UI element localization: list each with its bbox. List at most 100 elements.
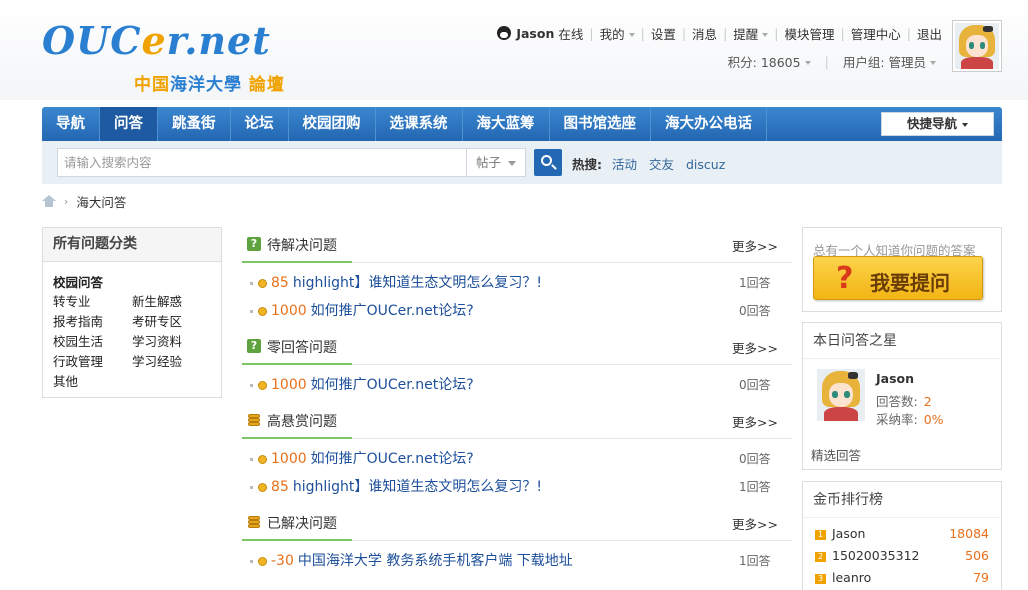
chevron-down-icon [930,61,936,65]
online-status: 在线 [558,26,584,42]
search-button[interactable] [534,149,562,176]
hot-keyword[interactable]: discuz [686,157,725,172]
usergroup-dropdown[interactable]: 用户组: 管理员 [843,52,936,71]
quick-nav-button[interactable]: 快捷导航 [881,112,994,136]
section-resolved: 已解决问题 更多>> [242,505,792,541]
logo-brand: OUCer.net [42,18,271,63]
chevron-down-icon [804,61,811,65]
points-dropdown[interactable]: 积分: 18605 [728,52,811,71]
question-list: 1000 如何推广OUCer.net论坛? 0回答 [242,365,792,403]
breadcrumb: › 海大问答 [42,192,126,210]
nav-item-office-phone[interactable]: 海大办公电话 [651,107,767,141]
section-unresolved: ? 待解决问题 更多>> [242,227,792,263]
section-title: 高悬赏问题 [267,414,337,430]
hot-searches: 热搜: 活动 交友 discuz [572,157,726,172]
coin-icon [258,556,267,566]
logo-subtitle: 中国海洋大學 論壇 [134,75,285,95]
star-accept-rate: 采纳率: 0% [876,412,944,427]
more-link[interactable]: 更多>> [732,236,778,255]
category-item[interactable]: 学习经验 [132,352,211,372]
search-type-select[interactable]: 帖子 [466,148,526,177]
nav-item-forum[interactable]: 论坛 [231,107,289,141]
chevron-down-icon [508,161,516,166]
category-item[interactable]: 转专业 [53,292,132,312]
list-item[interactable]: 1000 如何推广OUCer.net论坛? 0回答 [242,371,792,399]
user-info: 积分: 18605 | 用户组: 管理员 [728,52,936,70]
question-sections: ? 待解决问题 更多>> 85 highlight】谁知道生态文明怎么复习？! 1回… [242,227,792,579]
category-item[interactable]: 报考指南 [53,312,132,332]
nav-item-library-seat[interactable]: 图书馆选座 [550,107,651,141]
list-item[interactable]: 85 highlight】谁知道生态文明怎么复习？! 1回答 [242,269,792,297]
coins-icon [246,516,262,529]
coin-icon [258,454,267,464]
question-list: -30 中国海洋大学 教务系统手机客户端 下载地址 1回答 [242,541,792,579]
search-input[interactable]: 请输入搜索内容 [57,148,467,177]
category-item[interactable]: 其他 [53,372,132,392]
star-avatar[interactable] [817,369,865,421]
more-link[interactable]: 更多>> [732,412,778,431]
section-title: 零回答问题 [267,340,337,356]
menu-module-admin[interactable]: 模块管理 [785,24,835,43]
menu-logout[interactable]: 退出 [917,24,942,43]
menu-messages[interactable]: 消息 [692,24,717,43]
category-panel: 所有问题分类 校园问答 转专业 新生解惑 报考指南 考研专区 校园生活 学习资料… [42,227,222,398]
menu-my[interactable]: 我的 [600,24,635,43]
star-name[interactable]: Jason [876,371,914,386]
list-item[interactable]: 1000 如何推广OUCer.net论坛? 0回答 [242,445,792,473]
section-title: 已解决问题 [267,516,337,532]
category-group[interactable]: 校园问答 [53,272,103,291]
user-avatar[interactable] [952,20,1002,72]
nav-item-bluechip[interactable]: 海大蓝筹 [463,107,550,141]
rank-badge: 1 [815,529,826,540]
question-mark-icon: ? [836,261,854,296]
nav-item-guide[interactable]: 导航 [42,107,100,141]
ranking-row[interactable]: 3 leanro 79 [815,568,989,588]
section-high-reward: 高悬赏问题 更多>> [242,403,792,439]
menu-settings[interactable]: 设置 [651,24,676,43]
menu-admin-center[interactable]: 管理中心 [851,24,901,43]
search-icon [541,155,552,166]
ask-question-button[interactable]: ? 我要提问 [813,256,983,300]
avatar-image [817,369,865,421]
username-link[interactable]: Jason [516,26,554,41]
ask-panel: 总有一个人知道你问题的答案 ? 我要提问 [802,227,1002,312]
home-icon[interactable] [42,195,56,207]
star-answers: 回答数: 2 [876,394,932,409]
category-list: 转专业 新生解惑 报考指南 考研专区 校园生活 学习资料 行政管理 学习经验 其… [53,292,213,392]
list-item[interactable]: 85 highlight】谁知道生态文明怎么复习？! 1回答 [242,473,792,501]
menu-reminders[interactable]: 提醒 [733,24,769,43]
featured-answers-link[interactable]: 精选回答 [811,445,861,464]
chevron-right-icon: › [64,194,69,208]
coin-icon [258,380,267,390]
chevron-down-icon [628,33,635,37]
avatar-image [955,23,999,69]
more-link[interactable]: 更多>> [732,514,778,533]
list-item[interactable]: 1000 如何推广OUCer.net论坛? 0回答 [242,297,792,325]
rank-badge: 3 [815,573,826,584]
category-item[interactable]: 新生解惑 [132,292,211,312]
category-item[interactable]: 校园生活 [53,332,132,352]
category-item[interactable]: 学习资料 [132,332,211,352]
gold-ranking-panel: 金币排行榜 1 Jason 18084 2 15020035312 506 3 leanr… [802,481,1002,590]
main-nav: 导航 问答 跳蚤街 论坛 校园团购 选课系统 海大蓝筹 图书馆选座 海大办公电话… [42,107,1002,141]
coin-icon [258,482,267,492]
nav-item-flea-market[interactable]: 跳蚤街 [158,107,231,141]
hot-keyword[interactable]: 交友 [649,157,674,172]
category-item[interactable]: 考研专区 [132,312,211,332]
list-item[interactable]: -30 中国海洋大学 教务系统手机客户端 下载地址 1回答 [242,547,792,575]
qa-star-panel: 本日问答之星 Jason 回答数: 2 采纳率: 0% 精选回答 [802,322,1002,470]
site-logo[interactable]: OUCer.net 中国海洋大學 論壇 [42,18,302,96]
category-item[interactable]: 行政管理 [53,352,132,372]
nav-item-group-buy[interactable]: 校园团购 [289,107,376,141]
category-title: 所有问题分类 [43,228,221,262]
coins-icon [246,414,262,427]
nav-item-qa[interactable]: 问答 [100,107,158,141]
nav-item-course-system[interactable]: 选课系统 [376,107,463,141]
hot-keyword[interactable]: 活动 [612,157,637,172]
ranking-row[interactable]: 2 15020035312 506 [815,546,989,566]
section-zero-answers: ? 零回答问题 更多>> [242,329,792,365]
more-link[interactable]: 更多>> [732,338,778,357]
breadcrumb-current[interactable]: 海大问答 [76,192,126,211]
ranking-row[interactable]: 1 Jason 18084 [815,524,989,544]
coin-icon [258,278,267,288]
